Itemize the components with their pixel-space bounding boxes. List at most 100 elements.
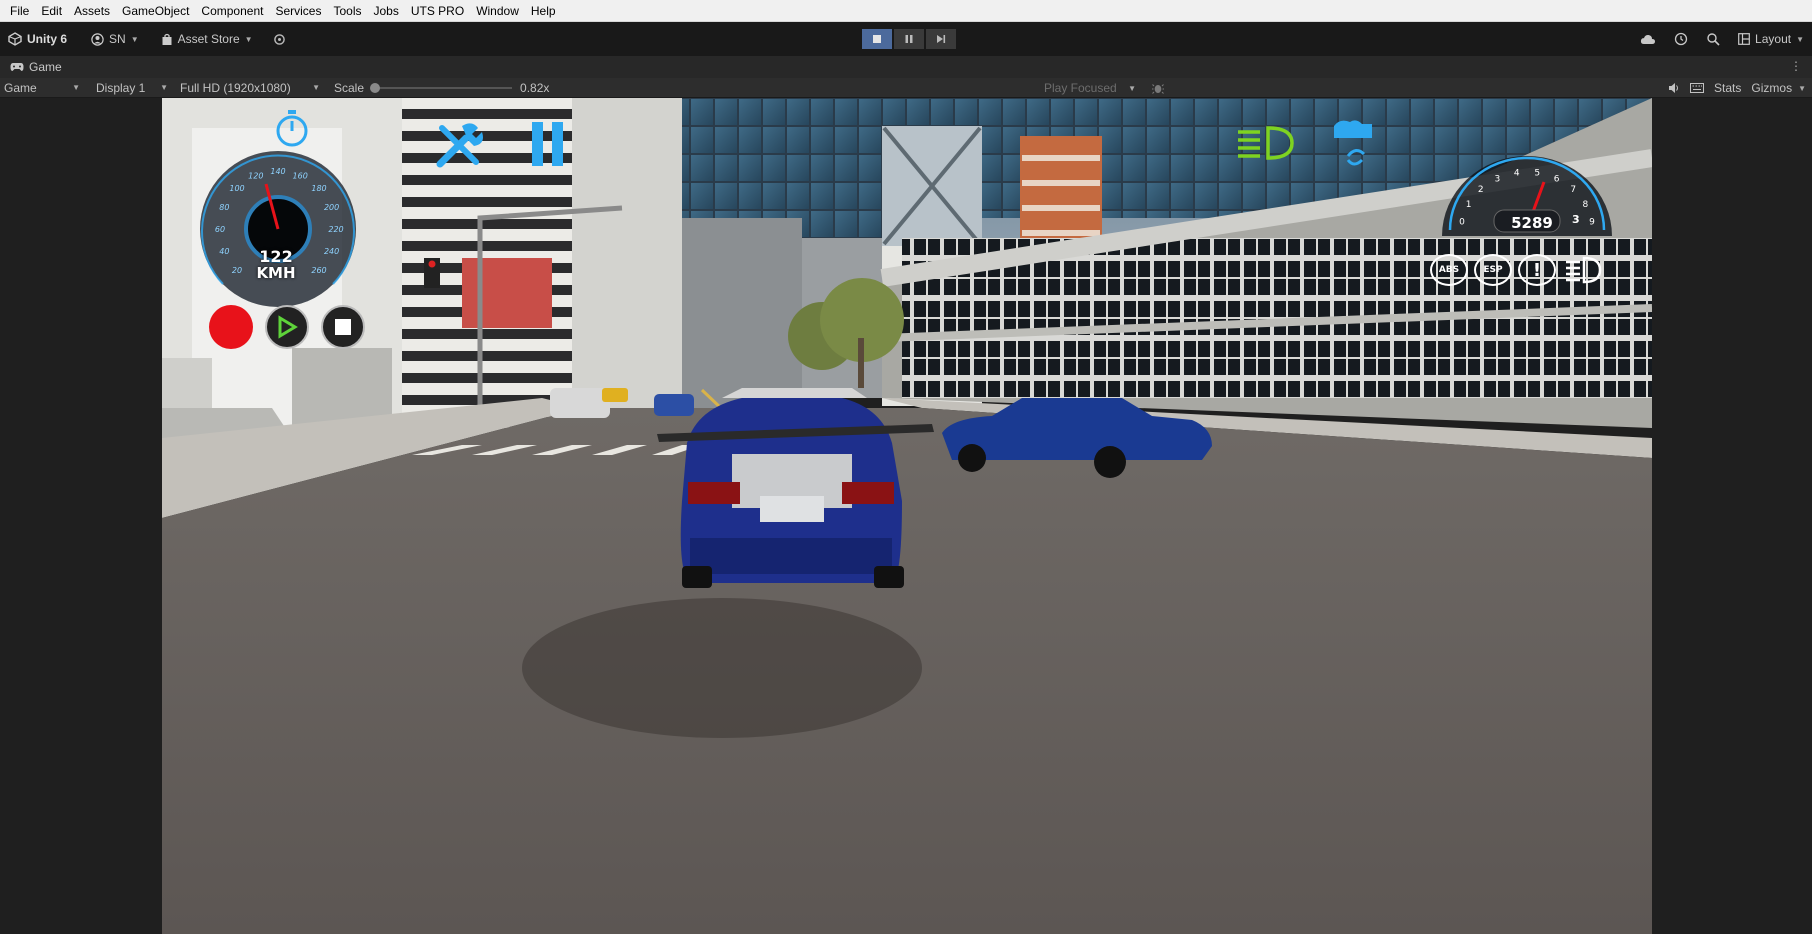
account-label: SN — [109, 32, 126, 46]
shopping-bag-icon — [162, 33, 172, 45]
scale-value: 0.82x — [520, 80, 550, 95]
game-scene[interactable]: 20 40 60 80 100 120 140 160 180 200 220 240 260 122 … — [162, 98, 1652, 934]
cloud-settings-button[interactable] — [273, 33, 286, 46]
menu-edit[interactable]: Edit — [35, 0, 68, 22]
abs-icon: ABS — [1430, 254, 1468, 286]
speedometer-gauge: 20406080100120 140 160180200220240260 — [200, 151, 356, 307]
account-dropdown[interactable]: SN ▼ — [91, 32, 139, 46]
speed-tick-label: 140 — [270, 167, 285, 176]
resolution-label: Full HD (1920x1080) — [180, 80, 291, 95]
replay-controls — [209, 305, 365, 349]
record-button[interactable] — [209, 305, 253, 349]
bug-icon[interactable] — [1152, 82, 1164, 94]
lights-indicator-icon — [1566, 256, 1602, 284]
scale-slider[interactable] — [370, 82, 513, 93]
tools-icon[interactable] — [432, 118, 486, 172]
play-controls — [862, 29, 956, 49]
menu-tools[interactable]: Tools — [327, 0, 367, 22]
speed-tick-label: 220 — [328, 225, 343, 234]
step-forward-icon — [937, 35, 946, 43]
unity-version-label: Unity 6 — [27, 32, 68, 46]
account-icon — [91, 32, 104, 46]
pause-game-icon[interactable] — [530, 120, 566, 168]
gizmos-dropdown[interactable]: Gizmos ▼ — [1751, 79, 1806, 97]
menu-assets[interactable]: Assets — [68, 0, 116, 22]
speed-tick-label: 120 — [248, 171, 263, 180]
menu-component[interactable]: Component — [195, 0, 269, 22]
more-options-icon[interactable]: ⋮ — [1790, 59, 1802, 73]
chevron-down-icon: ▼ — [1798, 83, 1806, 93]
search-icon[interactable] — [1706, 32, 1720, 46]
speed-tick-label: 60 — [215, 225, 225, 234]
rpm-value: 5289 — [1511, 214, 1553, 232]
play-focus-label: Play Focused — [1044, 81, 1117, 95]
stats-button[interactable]: Stats — [1714, 81, 1741, 95]
scale-control: Scale 0.82x — [334, 81, 549, 95]
chevron-down-icon: ▼ — [1128, 83, 1136, 93]
chevron-down-icon: ▼ — [72, 83, 80, 92]
game-mode-label: Game — [4, 80, 37, 95]
stopwatch-icon[interactable] — [274, 108, 310, 148]
game-view-bar: Game ▼ Display 1 ▼ Full HD (1920x1080) ▼… — [0, 78, 1812, 98]
city-street-scene — [162, 98, 1652, 934]
rpm-tick-label: 0 — [1459, 218, 1465, 228]
play-focus-dropdown[interactable]: Play Focused ▼ — [1040, 79, 1140, 97]
rpm-tick-label: 9 — [1589, 218, 1595, 228]
play-replay-button[interactable] — [265, 305, 309, 349]
pause-button[interactable] — [894, 29, 924, 49]
menu-jobs[interactable]: Jobs — [367, 0, 404, 22]
speed-tick-label: 160 — [293, 171, 308, 180]
game-mode-dropdown[interactable]: Game ▼ — [0, 79, 84, 97]
chevron-down-icon: ▼ — [1796, 34, 1804, 44]
speaker-icon[interactable] — [1668, 82, 1680, 94]
speed-unit: KMH — [256, 264, 296, 282]
chevron-down-icon: ▼ — [130, 34, 139, 44]
menu-window[interactable]: Window — [470, 0, 525, 22]
speed-tick-label: 100 — [229, 184, 244, 193]
rpm-tick-label: 6 — [1554, 174, 1560, 184]
display-dropdown[interactable]: Display 1 ▼ — [92, 79, 172, 97]
menu-uts-pro[interactable]: UTS PRO — [405, 0, 470, 22]
speed-tick-label: 180 — [311, 184, 326, 193]
scale-slider-handle[interactable] — [370, 82, 381, 93]
gear-value: 3 — [1572, 213, 1580, 226]
layout-label: Layout — [1755, 32, 1792, 46]
game-tab-bar: Game ⋮ — [0, 56, 1812, 78]
camera-switch-icon[interactable] — [1328, 118, 1378, 170]
rpm-tick-label: 4 — [1514, 169, 1520, 179]
chevron-down-icon: ▼ — [160, 83, 168, 92]
headlights-icon[interactable] — [1236, 124, 1296, 162]
scale-label: Scale — [334, 80, 365, 95]
rpm-tick-label: 8 — [1583, 200, 1589, 210]
play-icon — [278, 315, 298, 339]
stop-play-button[interactable] — [862, 29, 892, 49]
asset-store-label: Asset Store — [177, 32, 240, 46]
gear-icon — [273, 33, 285, 45]
rpm-tick-label: 2 — [1478, 185, 1484, 195]
layout-dropdown[interactable]: Layout ▼ — [1738, 32, 1804, 46]
unity-button[interactable]: Unity 6 — [8, 32, 67, 46]
tab-game[interactable]: Game — [10, 60, 62, 74]
step-button[interactable] — [926, 29, 956, 49]
rpm-tick-label: 1 — [1466, 200, 1472, 210]
menu-file[interactable]: File — [4, 0, 35, 22]
layout-icon — [1738, 33, 1750, 45]
asset-store-dropdown[interactable]: Asset Store ▼ — [161, 32, 253, 46]
gizmos-label: Gizmos — [1751, 81, 1793, 95]
tab-game-label: Game — [29, 60, 62, 74]
speed-readout: 122 KMH — [226, 248, 326, 282]
menu-gameobject[interactable]: GameObject — [116, 0, 195, 22]
menu-services[interactable]: Services — [269, 0, 327, 22]
stop-replay-button[interactable] — [321, 305, 365, 349]
cloud-icon[interactable] — [1640, 33, 1656, 45]
display-label: Display 1 — [96, 80, 146, 95]
keyboard-icon[interactable] — [1690, 83, 1705, 93]
chevron-down-icon: ▼ — [312, 83, 320, 92]
rpm-tick-label: 5 — [1534, 169, 1540, 179]
resolution-dropdown[interactable]: Full HD (1920x1080) ▼ — [176, 79, 324, 97]
history-icon[interactable] — [1674, 32, 1688, 46]
warning-icon: ! — [1518, 254, 1556, 286]
speed-tick-label: 200 — [324, 203, 339, 212]
main-toolbar: Unity 6 SN ▼ Asset Store ▼ Layout ▼ — [0, 22, 1812, 56]
menu-help[interactable]: Help — [525, 0, 562, 22]
